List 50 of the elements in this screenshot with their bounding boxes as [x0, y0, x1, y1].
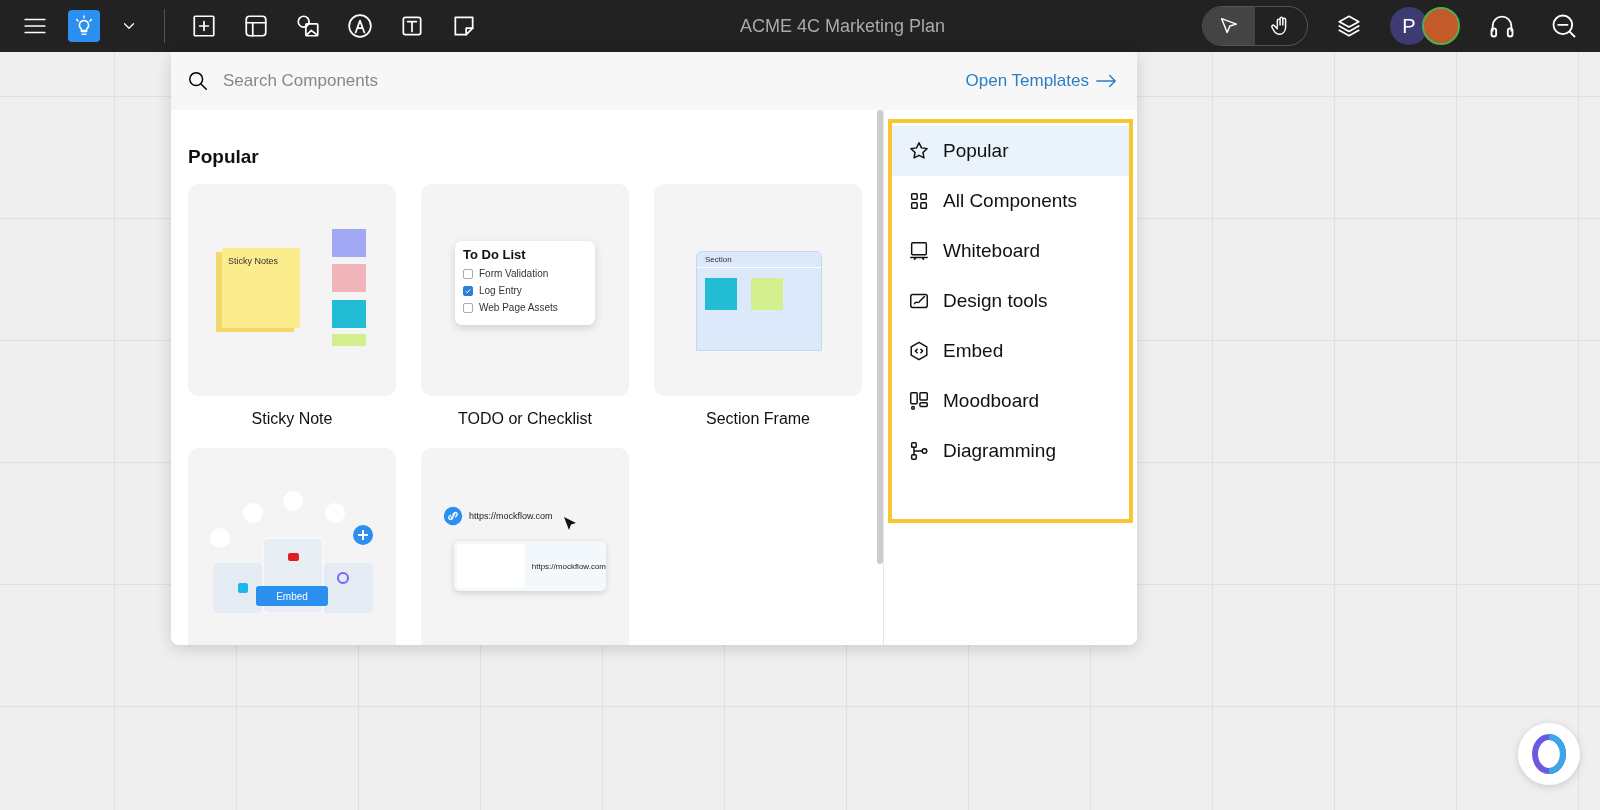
search-icon — [187, 70, 209, 92]
component-thumbnail[interactable]: To Do List Form Validation Log Entry Web Page Assets — [421, 184, 629, 396]
star-icon — [908, 140, 930, 162]
text-icon — [399, 13, 425, 39]
document-title: ACME 4C Marketing Plan — [738, 15, 947, 37]
add-frame-icon — [191, 13, 217, 39]
category-item[interactable]: Whiteboard — [892, 226, 1129, 276]
website-preview-card: https://mockflow.com — [454, 541, 606, 591]
cursor-icon — [563, 516, 577, 532]
sticky-note-icon — [451, 13, 477, 39]
whiteboard-icon — [908, 240, 930, 262]
assistant-button[interactable] — [1518, 723, 1580, 785]
code-hexagon-icon — [908, 340, 930, 362]
open-templates-link[interactable]: Open Templates — [965, 70, 1117, 92]
component-thumbnail[interactable]: https://mockflow.com https://mockflow.com — [421, 448, 629, 645]
lightbulb-button[interactable] — [68, 10, 100, 42]
component-thumbnail[interactable]: Section — [654, 184, 862, 396]
avatar-photo-placeholder[interactable] — [1422, 7, 1460, 45]
section-frame-preview: Section — [696, 251, 822, 351]
layout-icon — [243, 13, 269, 39]
category-item[interactable]: Design tools — [892, 276, 1129, 326]
pen-icon — [347, 13, 373, 39]
lightbulb-icon — [73, 15, 95, 37]
diagram-icon — [908, 440, 930, 462]
category-item[interactable]: Diagramming — [892, 426, 1129, 476]
category-item[interactable]: Embed — [892, 326, 1129, 376]
embed-preview-button: Embed — [256, 586, 328, 606]
layers-icon — [1336, 13, 1362, 39]
section-heading: Popular — [188, 146, 260, 168]
checklist-preview: To Do List Form Validation Log Entry Web Page Assets — [455, 241, 595, 325]
category-item[interactable]: All Components — [892, 176, 1129, 226]
zoom-out-icon — [1550, 12, 1578, 40]
grid-icon — [908, 190, 930, 212]
sticky-note-swatch — [332, 334, 366, 346]
select-tool-button[interactable] — [1203, 7, 1255, 45]
sticky-note-swatch — [332, 300, 366, 328]
link-preview-url: https://mockflow.com — [443, 506, 553, 526]
search-field[interactable]: Search Components — [221, 70, 954, 92]
ring-logo-icon — [1530, 733, 1568, 775]
link-icon — [443, 506, 463, 526]
shape-image-icon — [295, 13, 321, 39]
moodboard-icon — [908, 390, 930, 412]
category-item[interactable]: Popular — [892, 126, 1129, 176]
component-label: TODO or Checklist — [458, 410, 592, 428]
sticky-note-swatch — [332, 264, 366, 292]
component-thumbnail[interactable]: Sticky Notes — [188, 184, 396, 396]
category-item[interactable]: Moodboard — [892, 376, 1129, 426]
component-label: Section Frame — [705, 410, 810, 428]
component-label: Sticky Note — [251, 410, 333, 428]
sticky-note-swatch — [332, 229, 366, 257]
